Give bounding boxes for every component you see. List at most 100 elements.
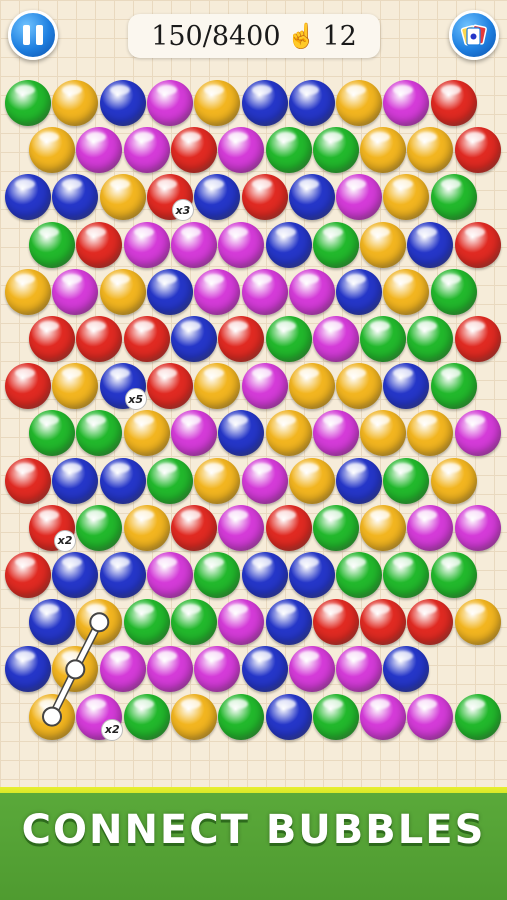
bubble-magenta[interactable] bbox=[170, 410, 217, 457]
bubble-red[interactable] bbox=[123, 316, 170, 362]
bubble-red[interactable] bbox=[5, 363, 51, 410]
bubble-magenta[interactable] bbox=[288, 646, 335, 693]
bubble-blue[interactable] bbox=[29, 599, 75, 646]
bubble-blue[interactable] bbox=[99, 552, 146, 598]
bubble-green[interactable] bbox=[170, 599, 217, 646]
bubble-yellow[interactable] bbox=[383, 174, 430, 221]
bubble-yellow[interactable] bbox=[194, 457, 241, 504]
bubble-green[interactable] bbox=[218, 693, 265, 740]
bubble-blue[interactable] bbox=[5, 174, 51, 221]
bubble-yellow[interactable] bbox=[360, 504, 407, 551]
bubble-red[interactable] bbox=[454, 221, 501, 268]
bubble-yellow[interactable] bbox=[430, 457, 477, 504]
bubble-green[interactable] bbox=[360, 316, 407, 362]
bubble-yellow[interactable] bbox=[407, 127, 454, 174]
bubble-blue[interactable] bbox=[241, 552, 288, 598]
cards-button[interactable] bbox=[449, 10, 499, 60]
bubble-yellow[interactable] bbox=[194, 363, 241, 410]
bubble-red[interactable] bbox=[454, 316, 501, 362]
bubble-blue[interactable] bbox=[288, 80, 335, 126]
bubble-blue[interactable] bbox=[265, 693, 312, 740]
bubble-yellow[interactable] bbox=[360, 127, 407, 174]
bubble-magenta[interactable] bbox=[383, 80, 430, 126]
bubble-blue[interactable] bbox=[52, 457, 99, 504]
bubble-green[interactable] bbox=[194, 552, 241, 598]
bubble-yellow[interactable] bbox=[99, 174, 146, 221]
bubble-green[interactable] bbox=[430, 552, 477, 598]
bubble-green[interactable] bbox=[312, 127, 359, 174]
bubble-green[interactable] bbox=[265, 127, 312, 174]
bubble-yellow[interactable] bbox=[407, 410, 454, 457]
bubble-red[interactable] bbox=[265, 504, 312, 551]
bubble-green[interactable] bbox=[430, 363, 477, 410]
bubble-yellow[interactable] bbox=[288, 457, 335, 504]
bubble-green[interactable] bbox=[29, 410, 75, 457]
bubble-green[interactable] bbox=[123, 599, 170, 646]
bubble-yellow[interactable] bbox=[360, 221, 407, 268]
bubble-yellow[interactable] bbox=[52, 646, 99, 693]
bubble-red[interactable] bbox=[360, 599, 407, 646]
bubble-red[interactable] bbox=[76, 316, 123, 362]
bubble-red[interactable] bbox=[218, 316, 265, 362]
bubble-blue[interactable] bbox=[383, 363, 430, 410]
bubble-red[interactable] bbox=[5, 457, 51, 504]
bubble-red[interactable] bbox=[5, 552, 51, 598]
bubble-yellow[interactable] bbox=[99, 268, 146, 315]
bubble-blue[interactable] bbox=[265, 221, 312, 268]
bubble-magenta[interactable] bbox=[99, 646, 146, 693]
bubble-magenta[interactable] bbox=[218, 221, 265, 268]
bubble-magenta[interactable] bbox=[241, 268, 288, 315]
bubble-magenta[interactable] bbox=[218, 599, 265, 646]
bubble-blue[interactable] bbox=[241, 80, 288, 126]
bubble-magenta[interactable] bbox=[454, 410, 501, 457]
bubble-green[interactable] bbox=[76, 410, 123, 457]
bubble-yellow[interactable] bbox=[76, 599, 123, 646]
bubble-yellow[interactable] bbox=[52, 363, 99, 410]
bubble-magenta[interactable] bbox=[360, 693, 407, 740]
bubble-magenta[interactable] bbox=[218, 504, 265, 551]
bubble-green[interactable] bbox=[454, 693, 501, 740]
bubble-magenta[interactable] bbox=[123, 221, 170, 268]
bubble-green[interactable] bbox=[146, 457, 193, 504]
bubble-yellow[interactable] bbox=[265, 410, 312, 457]
bubble-green[interactable] bbox=[5, 80, 51, 126]
bubble-red[interactable] bbox=[407, 599, 454, 646]
bubble-red[interactable] bbox=[430, 80, 477, 126]
pause-button[interactable] bbox=[8, 10, 58, 60]
bubble-red[interactable] bbox=[170, 127, 217, 174]
bubble-magenta[interactable] bbox=[241, 363, 288, 410]
bubble-yellow[interactable] bbox=[336, 363, 383, 410]
bubble-green[interactable] bbox=[430, 174, 477, 221]
bubble-blue[interactable] bbox=[5, 646, 51, 693]
bubble-blue[interactable] bbox=[383, 646, 430, 693]
bubble-magenta[interactable] bbox=[170, 221, 217, 268]
bubble-blue[interactable] bbox=[407, 221, 454, 268]
bubble-yellow[interactable] bbox=[454, 599, 501, 646]
bubble-blue[interactable] bbox=[218, 410, 265, 457]
bubble-green[interactable] bbox=[383, 457, 430, 504]
bubble-green[interactable] bbox=[312, 693, 359, 740]
bubble-magenta[interactable] bbox=[288, 268, 335, 315]
bubble-magenta[interactable] bbox=[454, 504, 501, 551]
bubble-green[interactable] bbox=[123, 693, 170, 740]
bubble-red[interactable] bbox=[76, 221, 123, 268]
bubble-green[interactable] bbox=[29, 221, 75, 268]
bubble-magenta[interactable] bbox=[407, 693, 454, 740]
bubble-green[interactable] bbox=[76, 504, 123, 551]
bubble-yellow[interactable] bbox=[194, 80, 241, 126]
bubble-magenta[interactable] bbox=[241, 457, 288, 504]
bubble-magenta[interactable] bbox=[336, 174, 383, 221]
bubble-red[interactable] bbox=[312, 599, 359, 646]
bubble-yellow[interactable] bbox=[5, 268, 51, 315]
bubble-red[interactable] bbox=[29, 316, 75, 362]
bubble-magenta[interactable] bbox=[407, 504, 454, 551]
bubble-red[interactable] bbox=[170, 504, 217, 551]
bubble-magenta[interactable] bbox=[194, 268, 241, 315]
bubble-magenta[interactable] bbox=[312, 410, 359, 457]
bubble-yellow[interactable] bbox=[288, 363, 335, 410]
bubble-green[interactable] bbox=[312, 504, 359, 551]
bubble-yellow[interactable] bbox=[29, 693, 75, 740]
bubble-blue[interactable] bbox=[99, 80, 146, 126]
bubble-red[interactable] bbox=[454, 127, 501, 174]
bubble-green[interactable] bbox=[407, 316, 454, 362]
